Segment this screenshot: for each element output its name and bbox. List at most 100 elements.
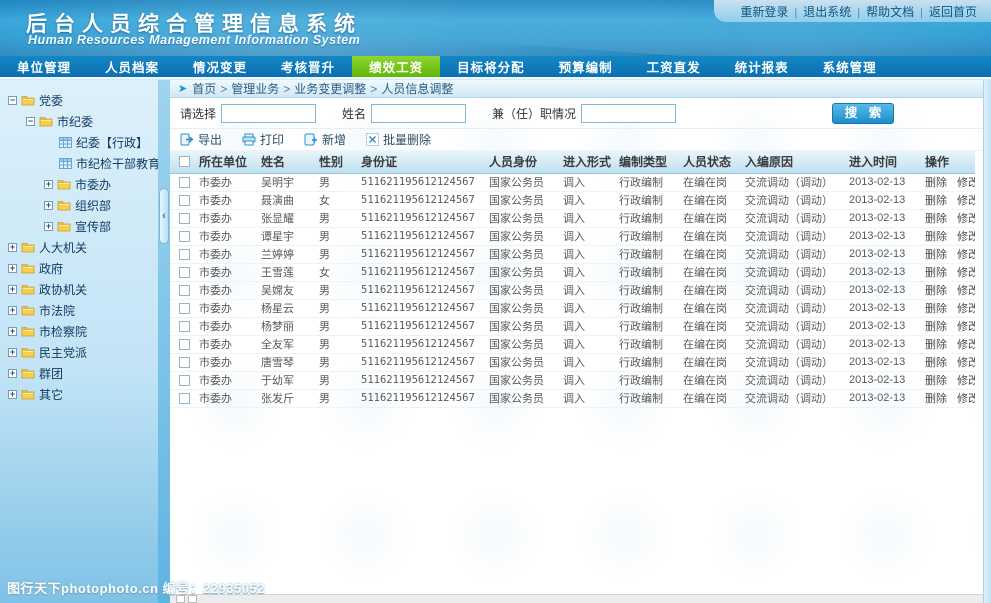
row-checkbox[interactable] — [179, 249, 190, 260]
expand-toggle-icon[interactable]: + — [8, 264, 17, 273]
tree-node-14[interactable]: +其它 — [0, 384, 158, 405]
tree-node-8[interactable]: +政府 — [0, 258, 158, 279]
row-action-modify[interactable]: 修改 — [957, 249, 975, 261]
expand-toggle-icon[interactable]: + — [44, 222, 53, 231]
row-action-modify[interactable]: 修改 — [957, 339, 975, 351]
expand-toggle-icon[interactable]: + — [8, 348, 17, 357]
nav-item-5[interactable]: 目标将分配 — [440, 56, 542, 77]
expand-toggle-icon[interactable]: + — [8, 306, 17, 315]
tree-node-5[interactable]: +组织部 — [0, 195, 158, 216]
row-action-modify[interactable]: 修改 — [957, 195, 975, 207]
tree-node-13[interactable]: +群团 — [0, 363, 158, 384]
row-action-delete[interactable]: 删除 — [925, 285, 947, 297]
toolbar-button-2[interactable]: 新增 — [304, 131, 346, 148]
tree-node-1[interactable]: −市纪委 — [0, 111, 158, 132]
nav-item-9[interactable]: 系统管理 — [806, 56, 894, 77]
row-action-modify[interactable]: 修改 — [957, 267, 975, 279]
expand-toggle-icon[interactable]: + — [8, 243, 17, 252]
nav-item-7[interactable]: 工资直发 — [630, 56, 718, 77]
row-checkbox[interactable] — [179, 375, 190, 386]
row-action-modify[interactable]: 修改 — [957, 177, 975, 189]
folder-icon — [39, 116, 53, 127]
search-input-1[interactable] — [371, 104, 466, 123]
nav-item-6[interactable]: 预算编制 — [542, 56, 630, 77]
header-link-0[interactable]: 重新登录 — [740, 5, 788, 19]
nav-item-0[interactable]: 单位管理 — [0, 56, 88, 77]
search-input-2[interactable] — [581, 104, 676, 123]
row-checkbox[interactable] — [179, 267, 190, 278]
row-action-delete[interactable]: 删除 — [925, 213, 947, 225]
row-checkbox[interactable] — [179, 321, 190, 332]
row-action-modify[interactable]: 修改 — [957, 213, 975, 225]
toolbar-button-1[interactable]: 打印 — [242, 131, 284, 148]
row-action-delete[interactable]: 删除 — [925, 267, 947, 279]
nav-item-3[interactable]: 考核晋升 — [264, 56, 352, 77]
expand-toggle-icon[interactable]: + — [8, 369, 17, 378]
expand-toggle-icon[interactable]: + — [44, 180, 53, 189]
expand-toggle-icon[interactable]: + — [44, 201, 53, 210]
header-link-3[interactable]: 返回首页 — [929, 5, 977, 19]
pagination-bar[interactable] — [170, 594, 983, 603]
nav-item-8[interactable]: 统计报表 — [718, 56, 806, 77]
collapse-toggle-icon[interactable]: − — [26, 117, 35, 126]
breadcrumb-part-2[interactable]: 业务变更调整 — [294, 82, 366, 96]
row-checkbox[interactable] — [179, 339, 190, 350]
breadcrumb-part-0[interactable]: 首页 — [192, 82, 216, 96]
tree-node-11[interactable]: +市检察院 — [0, 321, 158, 342]
search-button[interactable]: 搜 索 — [832, 103, 894, 124]
tree-node-7[interactable]: +人大机关 — [0, 237, 158, 258]
nav-item-2[interactable]: 情况变更 — [176, 56, 264, 77]
tree-node-10[interactable]: +市法院 — [0, 300, 158, 321]
content-scrollbar[interactable] — [983, 80, 991, 603]
row-checkbox[interactable] — [179, 177, 190, 188]
row-action-delete[interactable]: 删除 — [925, 357, 947, 369]
row-action-modify[interactable]: 修改 — [957, 375, 975, 387]
breadcrumb-part-3[interactable]: 人员信息调整 — [381, 82, 453, 96]
tree-node-6[interactable]: +宣传部 — [0, 216, 158, 237]
tree-node-0[interactable]: −党委 — [0, 90, 158, 111]
row-action-delete[interactable]: 删除 — [925, 393, 947, 405]
expand-toggle-icon[interactable]: + — [8, 285, 17, 294]
tree-node-2[interactable]: 纪委【行政】 — [0, 132, 158, 153]
search-input-0[interactable] — [221, 104, 316, 123]
row-checkbox[interactable] — [179, 231, 190, 242]
row-action-delete[interactable]: 删除 — [925, 231, 947, 243]
collapse-toggle-icon[interactable]: − — [8, 96, 17, 105]
row-checkbox[interactable] — [179, 357, 190, 368]
expand-toggle-icon[interactable]: + — [8, 390, 17, 399]
toolbar-button-3[interactable]: 批量删除 — [366, 131, 431, 148]
row-action-delete[interactable]: 删除 — [925, 249, 947, 261]
row-checkbox[interactable] — [179, 393, 190, 404]
tree-node-4[interactable]: +市委办 — [0, 174, 158, 195]
row-action-delete[interactable]: 删除 — [925, 321, 947, 333]
sidebar-collapse-handle[interactable]: ‹ — [159, 188, 169, 244]
toolbar-button-0[interactable]: 导出 — [180, 131, 222, 148]
row-checkbox[interactable] — [179, 285, 190, 296]
row-action-delete[interactable]: 删除 — [925, 339, 947, 351]
row-checkbox[interactable] — [179, 213, 190, 224]
cell-gender: 女 — [316, 191, 358, 209]
row-action-modify[interactable]: 修改 — [957, 231, 975, 243]
tree-node-9[interactable]: +政协机关 — [0, 279, 158, 300]
row-action-modify[interactable]: 修改 — [957, 303, 975, 315]
row-action-modify[interactable]: 修改 — [957, 357, 975, 369]
row-checkbox[interactable] — [179, 303, 190, 314]
row-action-modify[interactable]: 修改 — [957, 393, 975, 405]
select-all-checkbox[interactable] — [179, 156, 190, 167]
tree-node-12[interactable]: +民主党派 — [0, 342, 158, 363]
expand-toggle-icon[interactable]: + — [8, 327, 17, 336]
tree-node-3[interactable]: 市纪检干部教育培训中心 — [0, 153, 158, 174]
row-checkbox[interactable] — [179, 195, 190, 206]
row-action-modify[interactable]: 修改 — [957, 321, 975, 333]
row-action-modify[interactable]: 修改 — [957, 285, 975, 297]
cell-id_card: 511621195612124567 — [358, 245, 486, 263]
header-link-1[interactable]: 退出系统 — [803, 5, 851, 19]
nav-item-4[interactable]: 绩效工资 — [352, 56, 440, 77]
row-action-delete[interactable]: 删除 — [925, 177, 947, 189]
header-link-2[interactable]: 帮助文档 — [866, 5, 914, 19]
nav-item-1[interactable]: 人员档案 — [88, 56, 176, 77]
row-action-delete[interactable]: 删除 — [925, 375, 947, 387]
row-action-delete[interactable]: 删除 — [925, 195, 947, 207]
breadcrumb-part-1[interactable]: 管理业务 — [231, 82, 279, 96]
row-action-delete[interactable]: 删除 — [925, 303, 947, 315]
